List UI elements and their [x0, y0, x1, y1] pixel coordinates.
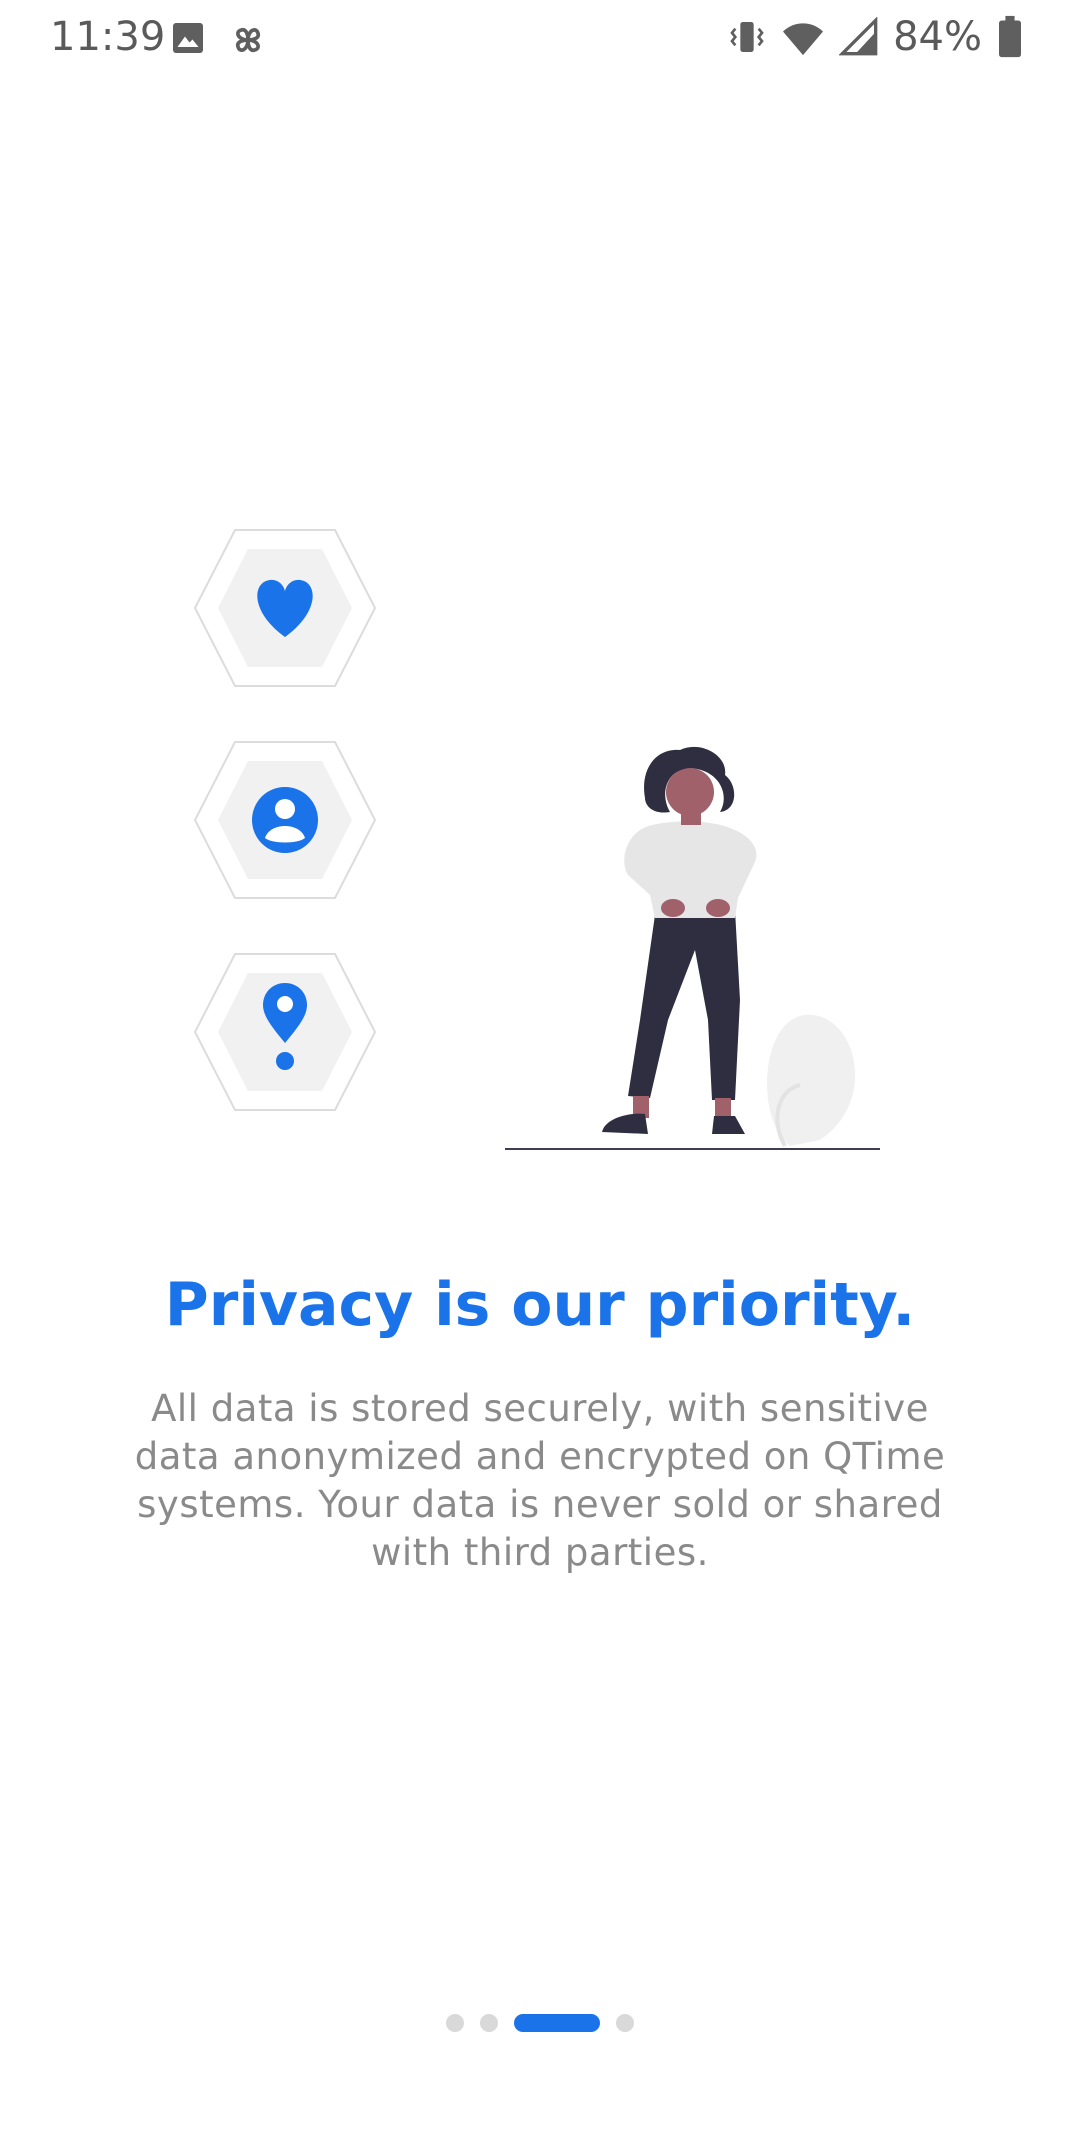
wifi-icon: [783, 23, 824, 56]
page-dot-2[interactable]: [480, 2014, 498, 2032]
onboarding-description: All data is stored securely, with sensit…: [134, 1387, 946, 1574]
battery-icon: [999, 15, 1021, 58]
onboarding-title: Privacy is our priority.: [164, 1270, 916, 1340]
battery-percent: 84%: [893, 14, 982, 60]
hex-account: [193, 741, 377, 899]
page-dot-4[interactable]: [616, 2014, 634, 2032]
page-indicator: [0, 2014, 1080, 2032]
plant-decoration: [767, 1014, 856, 1147]
status-right: 84%: [727, 14, 1024, 60]
onboarding-screen: 11:39 84% Privacy is our priority. All d…: [0, 0, 1080, 2140]
privacy-illustration: [0, 500, 1080, 1180]
status-time: 11:39: [50, 14, 166, 60]
page-dot-1[interactable]: [446, 2014, 464, 2032]
status-bar: 11:39 84%: [0, 0, 1080, 80]
image-icon: [173, 23, 203, 53]
illustration-canvas: [193, 529, 880, 1150]
vibrate-icon: [730, 22, 764, 52]
signal-icon: [839, 17, 878, 56]
status-left-icons: [170, 20, 268, 60]
hex-location: [193, 953, 377, 1111]
person-figure: [602, 746, 757, 1134]
hex-heart: [193, 529, 377, 687]
account-icon: [252, 787, 318, 853]
page-dot-3-active[interactable]: [514, 2014, 600, 2032]
pinwheel-icon: [235, 27, 261, 53]
